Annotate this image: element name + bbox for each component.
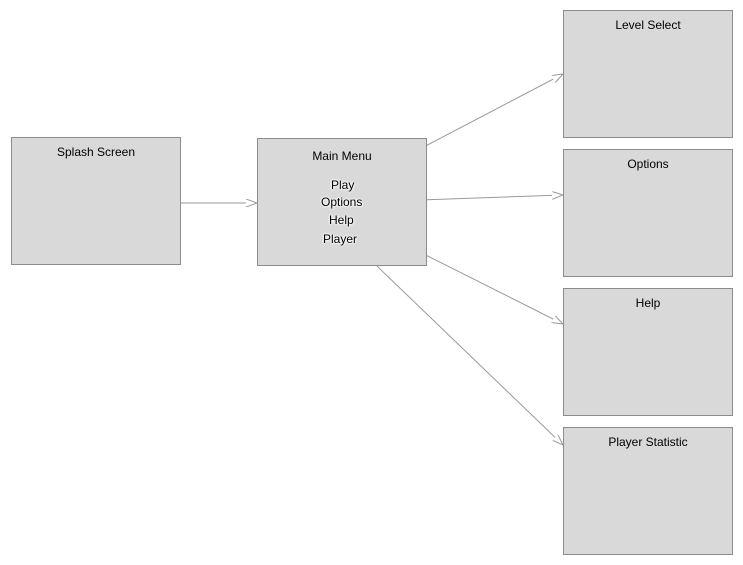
menu-item-player[interactable]: Player — [323, 232, 357, 246]
flow-diagram: Splash Screen Main Menu Play Options Hel… — [0, 0, 743, 565]
level-select-node[interactable]: Level Select — [563, 10, 733, 138]
menu-item-play[interactable]: Play — [331, 178, 354, 192]
options-node[interactable]: Options — [563, 149, 733, 277]
splash-screen-title: Splash Screen — [56, 145, 136, 159]
player-statistic-node[interactable]: Player Statistic — [563, 427, 733, 555]
main-menu-title: Main Menu — [312, 149, 372, 163]
edge-player-to-player-statistic — [351, 241, 563, 445]
options-title: Options — [627, 157, 669, 171]
help-node[interactable]: Help — [563, 288, 733, 416]
splash-screen-node[interactable]: Splash Screen — [11, 137, 181, 265]
menu-item-help[interactable]: Help — [329, 213, 354, 227]
level-select-title: Level Select — [615, 18, 681, 32]
main-menu-node[interactable]: Main Menu Play Options Help Player — [257, 138, 427, 266]
player-statistic-title: Player Statistic — [608, 435, 688, 449]
menu-item-options[interactable]: Options — [321, 195, 362, 209]
help-title: Help — [635, 296, 661, 310]
